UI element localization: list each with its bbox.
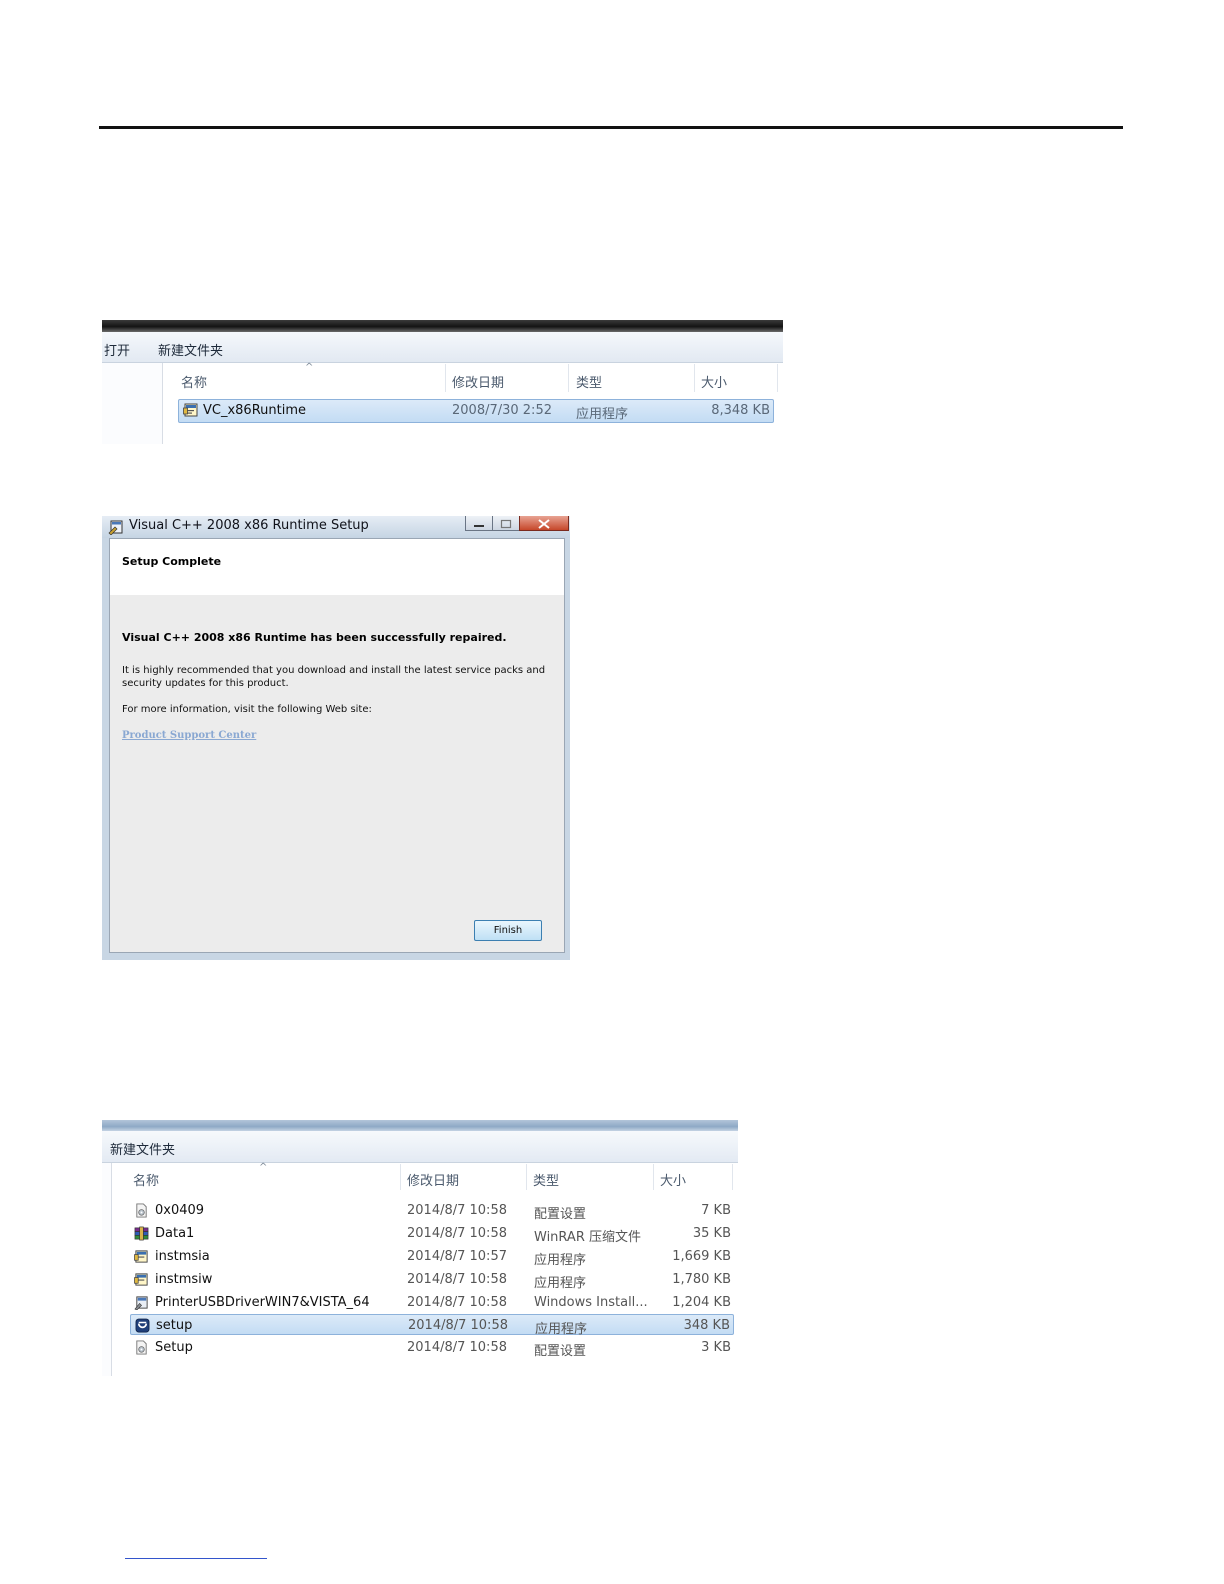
dialog-banner: Setup Complete: [110, 539, 564, 595]
file-date: 2014/8/7 10:57: [407, 1249, 507, 1264]
file-name: PrinterUSBDriverWIN7&VISTA_64: [155, 1295, 370, 1310]
file-date: 2014/8/7 10:58: [407, 1203, 507, 1218]
file-size: 3 KB: [701, 1340, 731, 1355]
setup-dialog: Visual C++ 2008 x86 Runtime Setup Setup …: [102, 516, 570, 960]
archive-icon: [134, 1226, 149, 1241]
column-divider[interactable]: [445, 364, 446, 392]
dialog-client-area: Setup Complete Visual C++ 2008 x86 Runti…: [109, 538, 565, 953]
column-header-name[interactable]: 名称: [133, 1170, 159, 1189]
file-name: Data1: [155, 1226, 195, 1241]
file-type: 配置设置: [534, 1207, 587, 1222]
new-folder-button[interactable]: 新建文件夹: [110, 1139, 175, 1158]
file-date: 2014/8/7 10:58: [407, 1226, 507, 1241]
column-divider[interactable]: [732, 1164, 733, 1190]
settings-file-icon: [136, 1203, 147, 1218]
header-rule: [99, 126, 1123, 129]
dialog-frame-right: [565, 538, 570, 960]
repair-success-message: Visual C++ 2008 x86 Runtime has been suc…: [122, 631, 507, 644]
settings-file-icon: [136, 1340, 147, 1355]
file-size: 1,780 KB: [672, 1272, 731, 1287]
file-name: instmsiw: [155, 1272, 213, 1287]
sort-ascending-icon: ^: [259, 1162, 268, 1173]
file-type: 应用程序: [534, 1253, 587, 1268]
column-divider[interactable]: [400, 1164, 401, 1190]
column-header-date[interactable]: 修改日期: [407, 1170, 459, 1189]
file-row[interactable]: instmsia 2014/8/7 10:57 应用程序 1,669 KB: [130, 1246, 734, 1268]
close-icon: [538, 519, 550, 529]
more-info-text: For more information, visit the followin…: [122, 704, 372, 715]
file-type: 应用程序: [534, 1276, 587, 1291]
msi-package-icon: [134, 1296, 148, 1310]
maximize-button[interactable]: [492, 516, 520, 531]
file-type: 应用程序: [576, 407, 629, 422]
close-button[interactable]: [519, 516, 569, 531]
file-type: 应用程序: [535, 1322, 588, 1337]
setup-app-icon: [135, 1318, 150, 1333]
minimize-button[interactable]: [465, 516, 493, 531]
file-name: 0x0409: [155, 1203, 205, 1218]
installer-icon: [134, 1250, 148, 1263]
column-header-name[interactable]: 名称: [181, 372, 207, 391]
column-divider[interactable]: [694, 364, 695, 392]
file-date: 2014/8/7 10:58: [407, 1272, 507, 1287]
open-button[interactable]: 打开: [104, 340, 130, 359]
explorer-window-driver: 新建文件夹 ^ 名称 修改日期 类型 大小 0x0409 2014/8/7 10…: [102, 1120, 738, 1376]
column-header-date[interactable]: 修改日期: [452, 372, 504, 391]
file-row[interactable]: Setup 2014/8/7 10:58 配置设置 3 KB: [130, 1337, 734, 1359]
column-header-size[interactable]: 大小: [701, 372, 727, 391]
column-header-type[interactable]: 类型: [576, 372, 602, 391]
window-top-edge: [102, 320, 783, 332]
installer-icon: [183, 403, 198, 417]
column-header-type[interactable]: 类型: [533, 1170, 559, 1189]
navigation-pane[interactable]: [102, 363, 163, 444]
file-row[interactable]: instmsiw 2014/8/7 10:58 应用程序 1,780 KB: [130, 1269, 734, 1291]
window-controls: [465, 516, 569, 531]
new-folder-button[interactable]: 新建文件夹: [158, 340, 223, 359]
file-type: Windows Install...: [534, 1295, 648, 1310]
file-size: 35 KB: [692, 1226, 731, 1241]
file-type: WinRAR 压缩文件: [534, 1230, 641, 1245]
file-date: 2014/8/7 10:58: [407, 1295, 507, 1310]
file-size: 348 KB: [683, 1318, 730, 1333]
file-row[interactable]: PrinterUSBDriverWIN7&VISTA_64 2014/8/7 1…: [130, 1292, 734, 1313]
navigation-pane[interactable]: [102, 1163, 112, 1376]
file-size: 7 KB: [701, 1203, 731, 1218]
file-date: 2014/8/7 10:58: [407, 1340, 507, 1355]
file-row-selected[interactable]: setup 2014/8/7 10:58 应用程序 348 KB: [130, 1314, 734, 1337]
maximize-icon: [500, 519, 512, 529]
recommendation-line-1: It is highly recommended that you downlo…: [122, 665, 546, 676]
dialog-frame-bottom: [102, 953, 570, 960]
footer-link-underline: [125, 1558, 267, 1559]
file-name: VC_x86Runtime: [203, 403, 307, 418]
file-size: 8,348 KB: [711, 403, 770, 418]
recommendation-line-2: security updates for this product.: [122, 678, 289, 689]
column-divider[interactable]: [526, 1164, 527, 1190]
column-divider[interactable]: [568, 364, 569, 392]
file-name: setup: [156, 1318, 193, 1333]
file-size: 1,669 KB: [672, 1249, 731, 1264]
minimize-icon: [474, 525, 484, 527]
file-row[interactable]: 0x0409 2014/8/7 10:58 配置设置 7 KB: [130, 1200, 734, 1222]
explorer-window-runtime: 打开 新建文件夹 ^ 名称 修改日期 类型 大小 VC_x86Runtime 2…: [102, 320, 783, 444]
setup-complete-heading: Setup Complete: [122, 555, 222, 568]
file-date: 2014/8/7 10:58: [408, 1318, 508, 1333]
command-bar: [102, 1131, 738, 1163]
file-size: 1,204 KB: [672, 1295, 731, 1310]
column-divider[interactable]: [777, 364, 778, 392]
dialog-title: Visual C++ 2008 x86 Runtime Setup: [129, 518, 369, 533]
window-top-edge: [102, 1120, 738, 1131]
column-divider[interactable]: [653, 1164, 654, 1190]
file-name: Setup: [155, 1340, 193, 1355]
column-header-size[interactable]: 大小: [660, 1170, 686, 1189]
finish-button[interactable]: Finish: [474, 920, 542, 941]
file-type: 配置设置: [534, 1344, 587, 1359]
file-name: instmsia: [155, 1249, 210, 1264]
installer-icon: [134, 1273, 148, 1286]
file-row[interactable]: Data1 2014/8/7 10:58 WinRAR 压缩文件 35 KB: [130, 1223, 734, 1245]
sort-ascending-icon: ^: [305, 362, 314, 373]
setup-icon: [108, 520, 123, 535]
file-date: 2008/7/30 2:52: [452, 403, 552, 418]
dialog-frame-left: [102, 538, 109, 960]
product-support-link[interactable]: Product Support Center: [122, 730, 256, 741]
